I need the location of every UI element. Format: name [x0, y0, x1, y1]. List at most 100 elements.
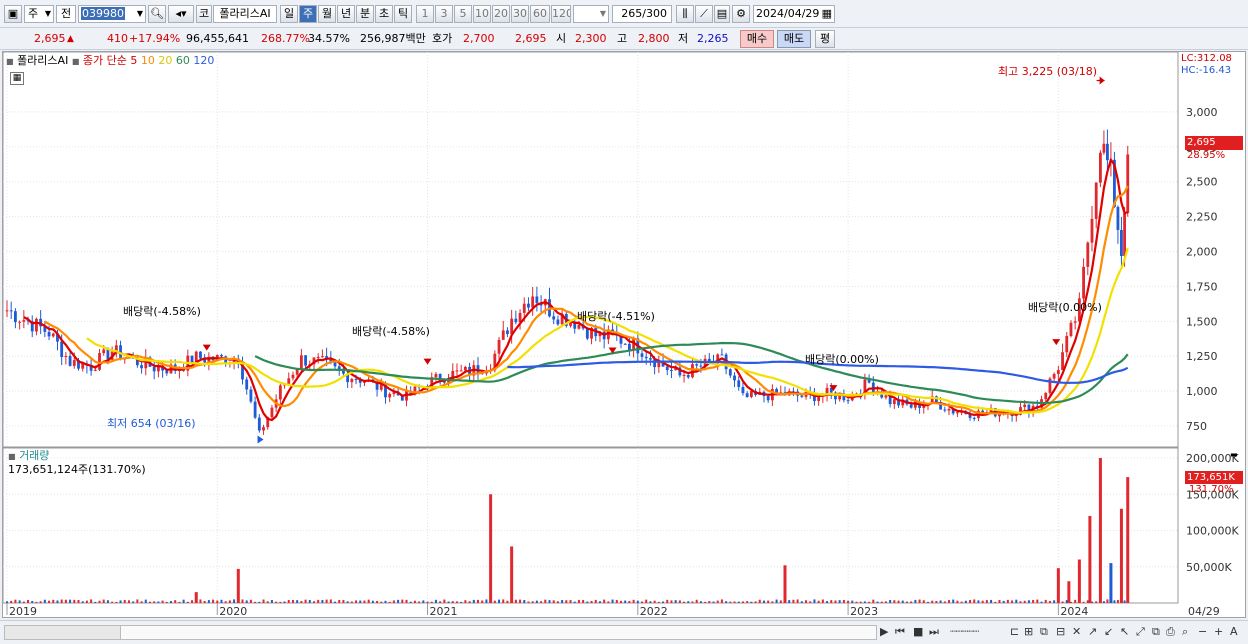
scrollbar-thumb[interactable] — [120, 625, 877, 640]
candle-style-icon[interactable]: ⫼ — [676, 5, 694, 23]
draw-icon-3[interactable]: ↖ — [1120, 625, 1129, 639]
plus-icon[interactable]: + — [1214, 625, 1223, 639]
volume-bar — [552, 600, 555, 603]
minus-icon[interactable]: − — [1198, 625, 1207, 639]
table-toggle-icon[interactable]: ▦ — [10, 72, 24, 85]
volume-bar — [254, 601, 257, 603]
volume-bar — [1032, 599, 1035, 603]
volume-bar — [737, 601, 740, 603]
period-week[interactable]: 주 — [299, 5, 317, 23]
interval-1[interactable]: 1 — [416, 5, 434, 23]
volume-bar — [413, 600, 416, 603]
sell-button[interactable]: 매도 — [777, 30, 811, 48]
time-tick-label: 2023 — [850, 605, 878, 617]
scroll-track-left[interactable] — [4, 625, 121, 640]
volume-bar — [363, 600, 366, 603]
count-field[interactable]: 265/300 — [612, 5, 672, 23]
price-panel — [3, 52, 1179, 448]
volume-bar — [956, 600, 959, 603]
eval-button[interactable]: 평 — [815, 30, 835, 48]
candle-body — [817, 396, 821, 402]
rewind-icon[interactable]: ⏮ — [895, 625, 905, 639]
period-second[interactable]: 초 — [375, 5, 393, 23]
zoom-slider-knob-icon[interactable]: ⊏ — [1010, 625, 1019, 639]
chart-area[interactable]: 3,0002,7502,5002,2502,0001,7501,5001,250… — [2, 51, 1246, 618]
volume-bar — [43, 599, 46, 603]
candle-body — [682, 374, 686, 376]
interval-20[interactable]: 20 — [492, 5, 510, 23]
draw-icon-4[interactable]: ⤢ — [1136, 625, 1145, 639]
line-style-icon[interactable]: ⟋ — [695, 5, 713, 23]
volume-bar — [762, 600, 765, 603]
current-price-pct: 28.95% — [1187, 150, 1226, 161]
zoom-icon[interactable]: ⌕ — [1182, 625, 1188, 639]
volume-spike — [783, 565, 787, 603]
market-select[interactable]: 주 ▼ — [24, 5, 54, 23]
font-size-icon[interactable]: A — [1230, 625, 1238, 639]
price-tick-label: 2,250 — [1186, 211, 1218, 224]
volume-spike — [1088, 516, 1092, 603]
candle-body — [1126, 154, 1130, 214]
period-type-button[interactable]: 전 — [56, 5, 76, 23]
search-icon[interactable]: 🔍︎ — [148, 5, 166, 23]
window-menu-icon[interactable]: ▣ — [4, 5, 22, 23]
volume-bar — [1019, 601, 1022, 603]
sound-icon[interactable]: ◂▾ — [168, 5, 194, 23]
volume-bar — [1023, 600, 1026, 603]
interval-3[interactable]: 3 — [435, 5, 453, 23]
volume-bar — [998, 599, 1001, 603]
stop-icon[interactable]: ■ — [913, 625, 923, 639]
volume-bar — [952, 599, 955, 603]
date-input[interactable]: 2024/04/29 ▦ — [753, 5, 835, 23]
period-day[interactable]: 일 — [280, 5, 298, 23]
save-icon[interactable]: ▤ — [714, 5, 730, 23]
volume-bar — [821, 599, 824, 603]
fast-forward-icon[interactable]: ⏭ — [929, 625, 939, 639]
candle-body — [733, 375, 736, 381]
price-volume-chart[interactable]: 3,0002,7502,5002,2502,0001,7501,5001,250… — [3, 52, 1245, 617]
period-tick[interactable]: 틱 — [394, 5, 412, 23]
volume-bar — [800, 601, 803, 603]
layout-icon-2[interactable]: ⧉ — [1040, 625, 1048, 639]
period-year[interactable]: 년 — [337, 5, 355, 23]
code-prefix[interactable]: 코 — [196, 5, 212, 23]
volume-bar — [590, 600, 593, 603]
zoom-slider[interactable]: ┈┈┈┈┈ — [950, 625, 979, 639]
volume-spike — [510, 546, 514, 603]
volume-spike — [194, 592, 198, 603]
buy-button[interactable]: 매수 — [740, 30, 774, 48]
copy-icon[interactable]: ⧉ — [1152, 625, 1160, 639]
custom-interval-select[interactable]: ▼ — [573, 5, 609, 23]
volume-bar — [741, 601, 744, 603]
gear-icon[interactable]: ⚙ — [732, 5, 750, 23]
draw-icon-2[interactable]: ↙ — [1104, 625, 1113, 639]
volume-bar — [148, 601, 151, 603]
panel-menu-icon[interactable]: ▬ — [1230, 450, 1238, 459]
volume-bar — [1074, 599, 1077, 603]
volume-bar — [1044, 599, 1047, 603]
volume-header: ■ 거래량 — [8, 449, 49, 463]
interval-10[interactable]: 10 — [473, 5, 491, 23]
print-icon[interactable]: ⎙ — [1166, 625, 1175, 639]
volume-bar — [561, 599, 564, 603]
layout-icon-3[interactable]: ⊟ — [1056, 625, 1065, 639]
candle-body — [299, 355, 303, 370]
interval-120[interactable]: 120 — [551, 5, 571, 23]
interval-30[interactable]: 30 — [511, 5, 529, 23]
volume-bar — [178, 601, 181, 603]
volume-bar — [586, 601, 589, 603]
period-minute[interactable]: 분 — [356, 5, 374, 23]
interval-5[interactable]: 5 — [454, 5, 472, 23]
candle-body — [72, 360, 76, 366]
interval-60[interactable]: 60 — [530, 5, 550, 23]
code-input[interactable]: 039980 ▼ — [78, 5, 146, 23]
quote-volume-ratio: 268.77% — [261, 32, 310, 45]
layout-icon-1[interactable]: ⊞ — [1024, 625, 1033, 639]
cross-icon[interactable]: ✕ — [1072, 625, 1081, 639]
draw-icon-1[interactable]: ↗ — [1088, 625, 1097, 639]
period-month[interactable]: 월 — [318, 5, 336, 23]
candle-body — [291, 374, 295, 379]
scroll-right-icon[interactable]: ▶ — [880, 625, 888, 639]
volume-bar — [119, 600, 122, 603]
volume-bar — [216, 600, 219, 603]
